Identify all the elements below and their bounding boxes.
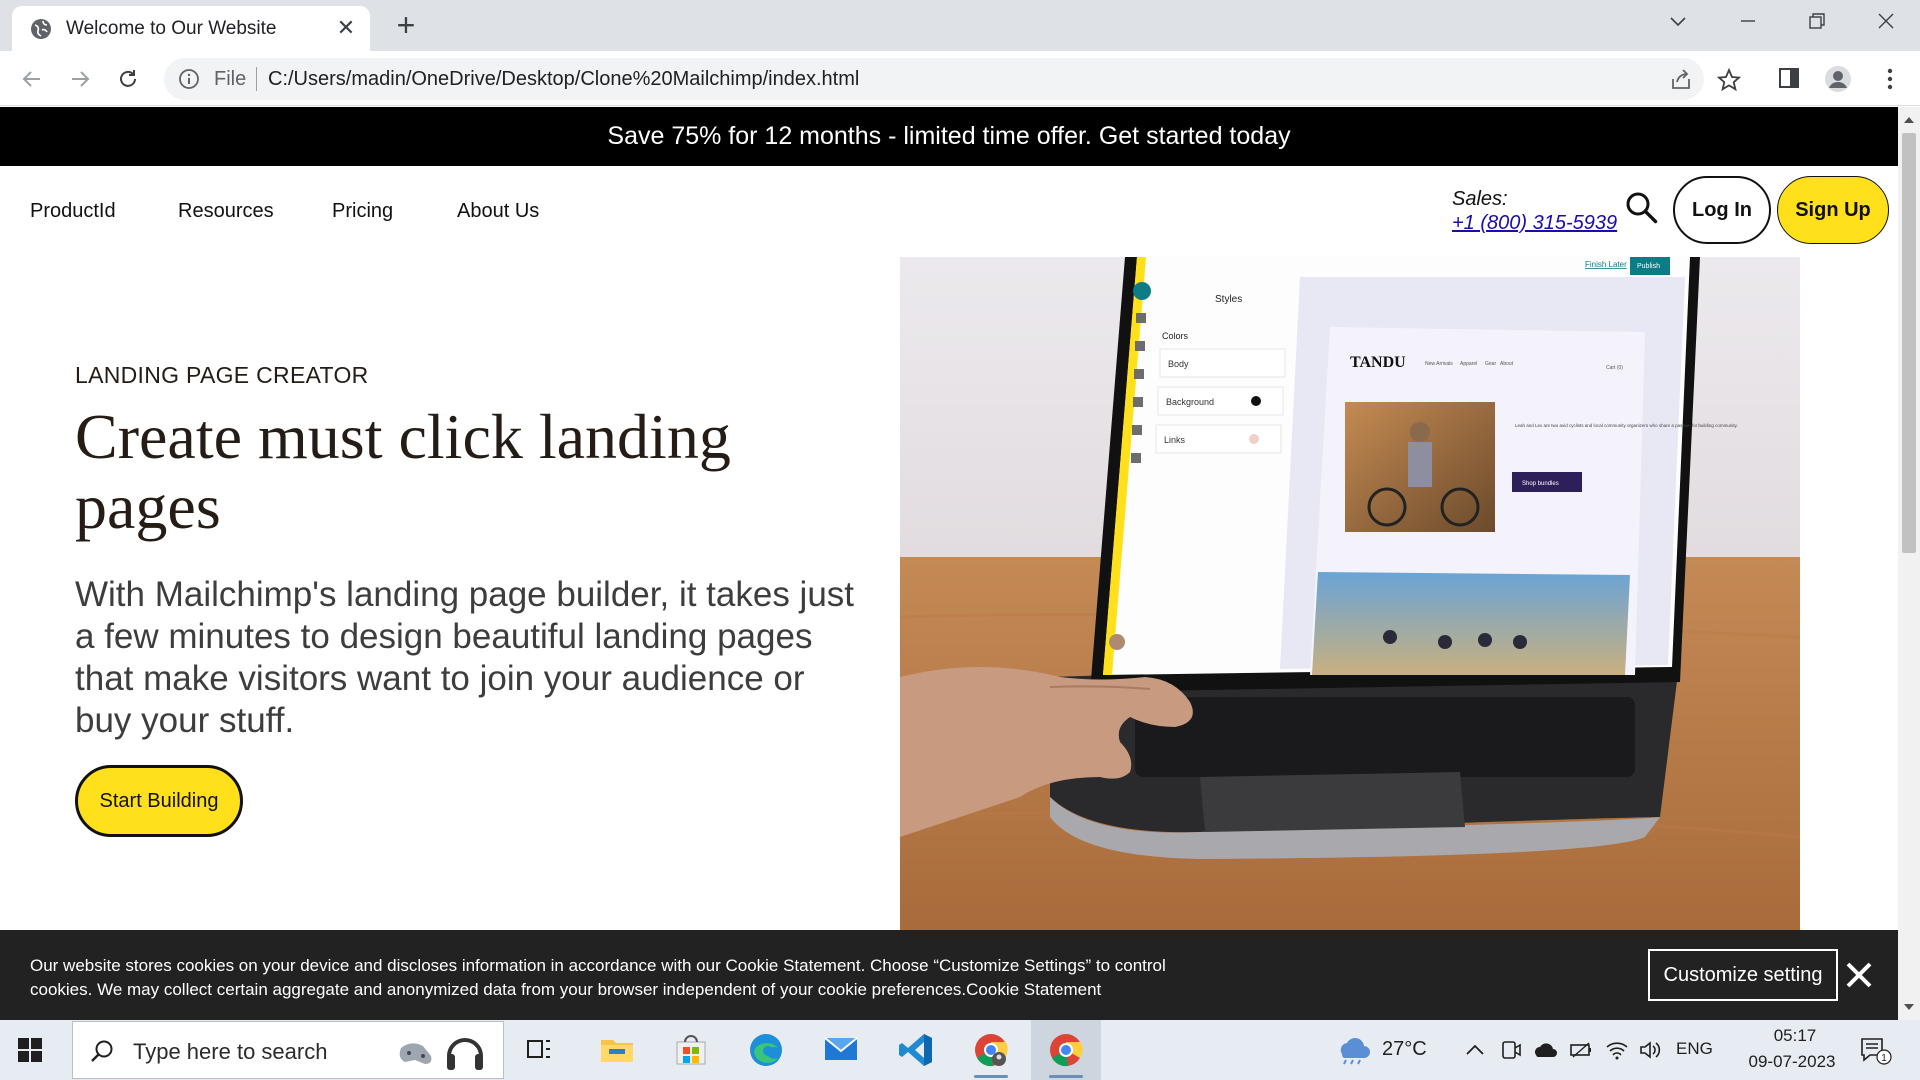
image-blurb: Leah and Lex are two avid cyclists and l… [1515,423,1738,428]
minimize-icon[interactable] [1728,8,1768,36]
hero-eyebrow: LANDING PAGE CREATOR [75,362,369,388]
task-view-icon[interactable] [505,1020,575,1080]
image-brand-nav-2: Apparel [1460,361,1477,367]
side-panel-icon[interactable] [1776,65,1804,93]
globe-icon [30,18,52,40]
chrome-icon[interactable] [1031,1020,1101,1080]
nav-link-resources[interactable]: Resources [178,200,274,223]
image-row-body: Body [1168,359,1189,369]
browser-tab[interactable]: Welcome to Our Website ✕ [12,6,370,51]
tab-title: Welcome to Our Website [66,18,277,39]
windows-taskbar: Type here to search 27°C ENG 05:17 09-07… [0,1020,1920,1080]
sales-phone-link[interactable]: +1 (800) 315-5939 [1452,212,1617,235]
cookie-text: Our website stores cookies on your devic… [30,956,1166,999]
rain-cloud-icon[interactable] [1334,1036,1374,1066]
image-brand-nav-1: New Arrivals [1425,361,1453,367]
new-tab-button[interactable]: + [390,9,422,42]
meet-now-icon[interactable] [1498,1038,1524,1062]
notification-icon[interactable]: 1 [1858,1036,1892,1066]
image-finish-later: Finish Later [1585,260,1627,269]
image-row-links: Links [1164,435,1186,445]
image-shop-button: Shop bundles [1522,481,1559,487]
close-window-icon[interactable] [1866,8,1906,36]
vscode-icon[interactable] [881,1020,951,1080]
scroll-up-arrow-icon[interactable] [1903,113,1915,125]
forward-arrow-icon[interactable] [64,63,96,95]
tab-search-chevron-icon[interactable] [1658,8,1698,36]
notification-count: 1 [1881,1053,1887,1064]
mail-icon[interactable] [806,1020,876,1080]
temperature[interactable]: 27°C [1382,1038,1427,1061]
search-icon[interactable] [1624,190,1660,226]
promo-text[interactable]: Save 75% for 12 months - limited time of… [607,122,1290,150]
chevron-up-icon[interactable] [1462,1038,1488,1062]
address-separator [256,67,257,91]
image-brand: TANDU [1350,354,1406,371]
browser-toolbar: File C:/Users/madin/OneDrive/Desktop/Clo… [0,51,1920,106]
nav-link-pricing[interactable]: Pricing [332,200,393,223]
cookie-banner: Our website stores cookies on your devic… [0,930,1898,1020]
share-icon[interactable] [1668,67,1694,93]
nav-link-product[interactable]: ProductId [30,200,116,223]
taskbar-search-placeholder: Type here to search [133,1039,328,1064]
hero-description: With Mailchimp's landing page builder, i… [75,575,855,740]
chrome-user-icon[interactable] [956,1020,1026,1080]
edge-browser-icon[interactable] [731,1020,801,1080]
close-icon[interactable] [1844,960,1874,990]
image-brand-nav-3: Gear [1485,361,1496,367]
clock-time[interactable]: 05:17 [1762,1026,1828,1046]
address-scheme: File [214,68,247,90]
signup-button[interactable]: Sign Up [1777,176,1889,244]
profile-avatar-icon[interactable] [1824,65,1852,93]
clock-date[interactable]: 09-07-2023 [1736,1052,1848,1072]
nav-link-about-us[interactable]: About Us [457,200,539,223]
back-arrow-icon[interactable] [16,63,48,95]
microsoft-store-icon[interactable] [656,1020,726,1080]
image-colors-label: Colors [1162,331,1189,341]
reload-icon[interactable] [112,63,144,95]
address-bar[interactable]: File C:/Users/madin/OneDrive/Desktop/Clo… [164,58,1742,100]
image-cart: Cart (0) [1606,365,1623,371]
bookmark-star-icon[interactable] [1716,67,1742,93]
scroll-thumb[interactable] [1902,133,1916,553]
active-indicator [1049,1075,1083,1078]
search-highlight-icon [393,1026,493,1076]
restore-icon[interactable] [1797,8,1837,36]
running-indicator [974,1075,1008,1078]
file-explorer-icon[interactable] [582,1020,652,1080]
info-icon[interactable] [178,68,200,90]
url-text[interactable]: C:/Users/madin/OneDrive/Desktop/Clone%20… [268,68,859,91]
site-nav: ProductId Resources Pricing About Us Sal… [0,166,1898,256]
onedrive-cloud-icon[interactable] [1532,1038,1558,1062]
scroll-down-arrow-icon[interactable] [1903,1000,1915,1012]
close-tab-icon[interactable]: ✕ [334,16,358,40]
web-page: Save 75% for 12 months - limited time of… [0,107,1898,1020]
volume-icon[interactable] [1638,1038,1664,1062]
promo-banner[interactable]: Save 75% for 12 months - limited time of… [0,107,1898,166]
hero-laptop-image: Styles Colors Body Background Links Fini… [900,257,1800,937]
search-icon [89,1038,115,1064]
windows-start-icon[interactable] [16,1036,44,1064]
image-row-background: Background [1166,397,1214,407]
image-panel-title: Styles [1215,294,1242,305]
start-building-button[interactable]: Start Building [75,765,243,837]
battery-icon[interactable] [1568,1038,1594,1062]
more-menu-icon[interactable] [1876,65,1904,93]
image-publish: Publish [1637,263,1660,270]
browser-tab-bar: Welcome to Our Website ✕ + [0,0,1920,51]
login-button[interactable]: Log In [1673,176,1771,244]
taskbar-search-box[interactable]: Type here to search [72,1021,504,1079]
image-brand-nav-4: About [1500,361,1514,367]
wifi-icon[interactable] [1604,1038,1630,1062]
hero-headline: Create must click landing pages [75,401,731,542]
page-scrollbar[interactable] [1898,107,1920,1020]
sales-label: Sales: [1452,188,1508,210]
customize-settings-button[interactable]: Customize setting [1648,949,1838,1001]
input-language[interactable]: ENG [1676,1039,1713,1059]
